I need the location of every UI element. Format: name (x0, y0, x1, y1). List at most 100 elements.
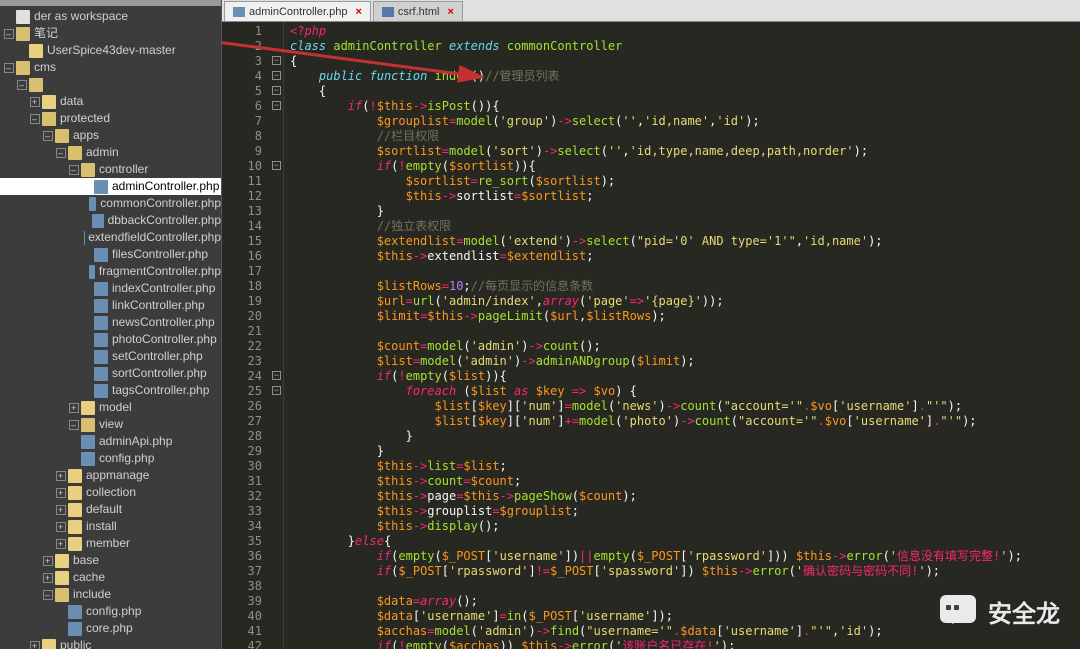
tree-item[interactable]: config.php (0, 603, 221, 620)
code-line[interactable]: //独立表权限 (290, 219, 1074, 234)
tree-item[interactable]: der as workspace (0, 8, 221, 25)
tree-item[interactable]: admin (0, 144, 221, 161)
code-line[interactable]: $list[$key]['num']+=model('photo')->coun… (290, 414, 1074, 429)
expand-icon[interactable] (56, 471, 66, 481)
code-line[interactable]: if(!empty($list)){ (290, 369, 1074, 384)
tree-item[interactable]: 笔记 (0, 25, 221, 42)
tree-item[interactable]: apps (0, 127, 221, 144)
code-line[interactable]: $sortlist=re_sort($sortlist); (290, 174, 1074, 189)
tree-item[interactable]: member (0, 535, 221, 552)
code-line[interactable]: $this->page=$this->pageShow($count); (290, 489, 1074, 504)
code-line[interactable] (290, 324, 1074, 339)
tree-item[interactable]: default (0, 501, 221, 518)
collapse-icon[interactable] (17, 80, 27, 90)
tree-item[interactable]: tagsController.php (0, 382, 221, 399)
tree-item[interactable]: public (0, 637, 221, 649)
tree-item[interactable]: linkController.php (0, 297, 221, 314)
editor-tab[interactable]: adminController.php× (224, 1, 371, 21)
tree-item[interactable]: base (0, 552, 221, 569)
fold-toggle-icon[interactable] (272, 56, 281, 65)
tree-item[interactable]: config.php (0, 450, 221, 467)
code-line[interactable]: $this->list=$list; (290, 459, 1074, 474)
tree-item[interactable]: cms (0, 59, 221, 76)
tree-item[interactable]: sortController.php (0, 365, 221, 382)
tree-item[interactable]: UserSpice43dev-master (0, 42, 221, 59)
fold-toggle-icon[interactable] (272, 101, 281, 110)
code-line[interactable]: $list=model('admin')->adminANDgroup($lim… (290, 354, 1074, 369)
code-line[interactable] (290, 264, 1074, 279)
tree-item[interactable]: commonController.php (0, 195, 221, 212)
expand-icon[interactable] (30, 641, 40, 649)
tree-item[interactable]: appmanage (0, 467, 221, 484)
file-tree[interactable]: der as workspace笔记UserSpice43dev-masterc… (0, 6, 221, 649)
fold-column[interactable] (270, 22, 284, 649)
collapse-icon[interactable] (4, 29, 14, 39)
tree-item[interactable]: filesController.php (0, 246, 221, 263)
code-line[interactable]: { (290, 84, 1074, 99)
tree-item[interactable]: extendfieldController.php (0, 229, 221, 246)
tree-item[interactable]: dbbackController.php (0, 212, 221, 229)
code-line[interactable]: } (290, 444, 1074, 459)
tree-item[interactable]: data (0, 93, 221, 110)
tree-item[interactable]: model (0, 399, 221, 416)
fold-toggle-icon[interactable] (272, 71, 281, 80)
fold-toggle-icon[interactable] (272, 386, 281, 395)
tree-item[interactable] (0, 76, 221, 93)
collapse-icon[interactable] (69, 165, 79, 175)
code-editor[interactable]: 1234567891011121314151617181920212223242… (222, 22, 1080, 649)
code-line[interactable]: foreach ($list as $key => $vo) { (290, 384, 1074, 399)
expand-icon[interactable] (43, 573, 53, 583)
code-line[interactable] (290, 579, 1074, 594)
code-line[interactable]: if(!empty($sortlist)){ (290, 159, 1074, 174)
code-line[interactable]: class adminController extends commonCont… (290, 39, 1074, 54)
expand-icon[interactable] (56, 522, 66, 532)
code-line[interactable]: $extendlist=model('extend')->select("pid… (290, 234, 1074, 249)
tree-item[interactable]: adminController.php (0, 178, 221, 195)
collapse-icon[interactable] (69, 420, 79, 430)
code-line[interactable]: }else{ (290, 534, 1074, 549)
code-line[interactable]: $count=model('admin')->count(); (290, 339, 1074, 354)
expand-icon[interactable] (43, 556, 53, 566)
code-line[interactable]: if(empty($_POST['username'])||empty($_PO… (290, 549, 1074, 564)
code-line[interactable]: $this->count=$count; (290, 474, 1074, 489)
tree-item[interactable]: photoController.php (0, 331, 221, 348)
fold-toggle-icon[interactable] (272, 86, 281, 95)
expand-icon[interactable] (56, 505, 66, 515)
expand-icon[interactable] (56, 488, 66, 498)
code-line[interactable]: $limit=$this->pageLimit($url,$listRows); (290, 309, 1074, 324)
code-line[interactable]: $listRows=10;//每页显示的信息条数 (290, 279, 1074, 294)
tree-item[interactable]: protected (0, 110, 221, 127)
collapse-icon[interactable] (30, 114, 40, 124)
code-line[interactable]: $this->extendlist=$extendlist; (290, 249, 1074, 264)
tree-item[interactable]: indexController.php (0, 280, 221, 297)
expand-icon[interactable] (56, 539, 66, 549)
code-line[interactable]: if(!$this->isPost()){ (290, 99, 1074, 114)
code-line[interactable]: <?php (290, 24, 1074, 39)
tree-item[interactable]: core.php (0, 620, 221, 637)
expand-icon[interactable] (69, 403, 79, 413)
code-line[interactable]: $url=url('admin/index',array('page'=>'{p… (290, 294, 1074, 309)
tree-item[interactable]: newsController.php (0, 314, 221, 331)
tree-item[interactable]: include (0, 586, 221, 603)
close-icon[interactable]: × (355, 6, 361, 18)
collapse-icon[interactable] (43, 590, 53, 600)
tree-item[interactable]: controller (0, 161, 221, 178)
collapse-icon[interactable] (56, 148, 66, 158)
code-line[interactable]: $list[$key]['num']=model('news')->count(… (290, 399, 1074, 414)
code-line[interactable]: //栏目权限 (290, 129, 1074, 144)
tree-item[interactable]: collection (0, 484, 221, 501)
fold-toggle-icon[interactable] (272, 161, 281, 170)
code-line[interactable]: $this->display(); (290, 519, 1074, 534)
editor-tab[interactable]: csrf.html× (373, 1, 463, 21)
tree-item[interactable]: view (0, 416, 221, 433)
tree-item[interactable]: adminApi.php (0, 433, 221, 450)
code-line[interactable]: public function index()//管理员列表 (290, 69, 1074, 84)
code-line[interactable]: $this->grouplist=$grouplist; (290, 504, 1074, 519)
code-line[interactable]: if(!empty($acchas)) $this->error('该账户名已存… (290, 639, 1074, 649)
code-line[interactable]: if($_POST['rpassword']!=$_POST['spasswor… (290, 564, 1074, 579)
tree-item[interactable]: cache (0, 569, 221, 586)
collapse-icon[interactable] (4, 63, 14, 73)
expand-icon[interactable] (30, 97, 40, 107)
tree-item[interactable]: setController.php (0, 348, 221, 365)
code-line[interactable]: { (290, 54, 1074, 69)
